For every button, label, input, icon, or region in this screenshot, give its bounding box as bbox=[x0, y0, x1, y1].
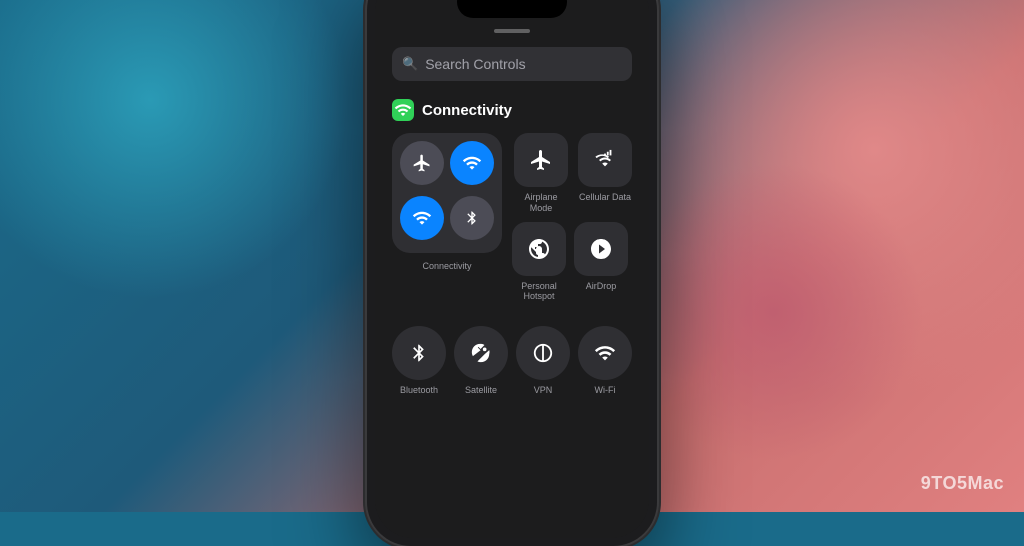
controls-row-bottom: PersonalHotspot AirDrop bbox=[512, 222, 632, 303]
wifi-item: Wi-Fi bbox=[578, 326, 632, 395]
satellite-item: Satellite bbox=[454, 326, 508, 395]
wifi-label: Wi-Fi bbox=[595, 385, 616, 395]
controls-row-top: Airplane Mode bbox=[512, 133, 632, 214]
bg-blob-3 bbox=[624, 162, 924, 462]
airplane-mode-btn[interactable] bbox=[514, 133, 568, 187]
airdrop-btn[interactable] bbox=[574, 222, 628, 276]
vpn-label: VPN bbox=[534, 385, 553, 395]
bluetooth-label: Bluetooth bbox=[400, 385, 438, 395]
dynamic-island bbox=[457, 0, 567, 18]
cellular-data-btn[interactable] bbox=[578, 133, 632, 187]
airplane-mode-item: Airplane Mode bbox=[512, 133, 570, 214]
search-bar[interactable]: 🔍 Search Controls bbox=[392, 47, 632, 81]
connectivity-cluster bbox=[392, 133, 502, 253]
phone-screen: 🔍 Search Controls Connectivity bbox=[375, 0, 649, 538]
search-placeholder: Search Controls bbox=[425, 56, 525, 72]
airdrop-label: AirDrop bbox=[586, 281, 617, 292]
personal-hotspot-label: PersonalHotspot bbox=[521, 281, 557, 303]
bottom-controls-row: Bluetooth Satellite bbox=[392, 326, 632, 395]
satellite-btn[interactable] bbox=[454, 326, 508, 380]
connectivity-icon bbox=[392, 99, 414, 121]
phone: 🔍 Search Controls Connectivity bbox=[367, 0, 657, 546]
connectivity-title: Connectivity bbox=[422, 102, 512, 119]
bg-blob-1 bbox=[0, 0, 350, 300]
cellular-data-label: Cellular Data bbox=[579, 192, 631, 203]
cluster-airplane-btn[interactable] bbox=[400, 141, 444, 185]
right-controls-panel: Airplane Mode bbox=[512, 133, 632, 302]
satellite-label: Satellite bbox=[465, 385, 497, 395]
airdrop-item: AirDrop bbox=[574, 222, 628, 303]
cellular-data-item: Cellular Data bbox=[578, 133, 632, 214]
vpn-item: VPN bbox=[516, 326, 570, 395]
search-icon: 🔍 bbox=[402, 56, 418, 72]
cluster-cellular-btn[interactable] bbox=[400, 196, 444, 240]
cluster-wifi-btn[interactable] bbox=[450, 141, 494, 185]
watermark: 9TO5Mac bbox=[921, 473, 1004, 494]
connectivity-section-header: Connectivity bbox=[392, 99, 632, 121]
airplane-mode-label: Airplane Mode bbox=[512, 192, 570, 214]
controls-area: Connectivity A bbox=[392, 133, 632, 302]
phone-body: 🔍 Search Controls Connectivity bbox=[367, 0, 657, 546]
personal-hotspot-btn[interactable] bbox=[512, 222, 566, 276]
scroll-indicator bbox=[494, 29, 530, 33]
wifi-btn[interactable] bbox=[578, 326, 632, 380]
bluetooth-item: Bluetooth bbox=[392, 326, 446, 395]
screen-content: 🔍 Search Controls Connectivity bbox=[375, 0, 649, 538]
bluetooth-btn[interactable] bbox=[392, 326, 446, 380]
cluster-bluetooth-btn[interactable] bbox=[450, 196, 494, 240]
personal-hotspot-item: PersonalHotspot bbox=[512, 222, 566, 303]
cluster-label: Connectivity bbox=[422, 261, 471, 271]
vpn-btn[interactable] bbox=[516, 326, 570, 380]
